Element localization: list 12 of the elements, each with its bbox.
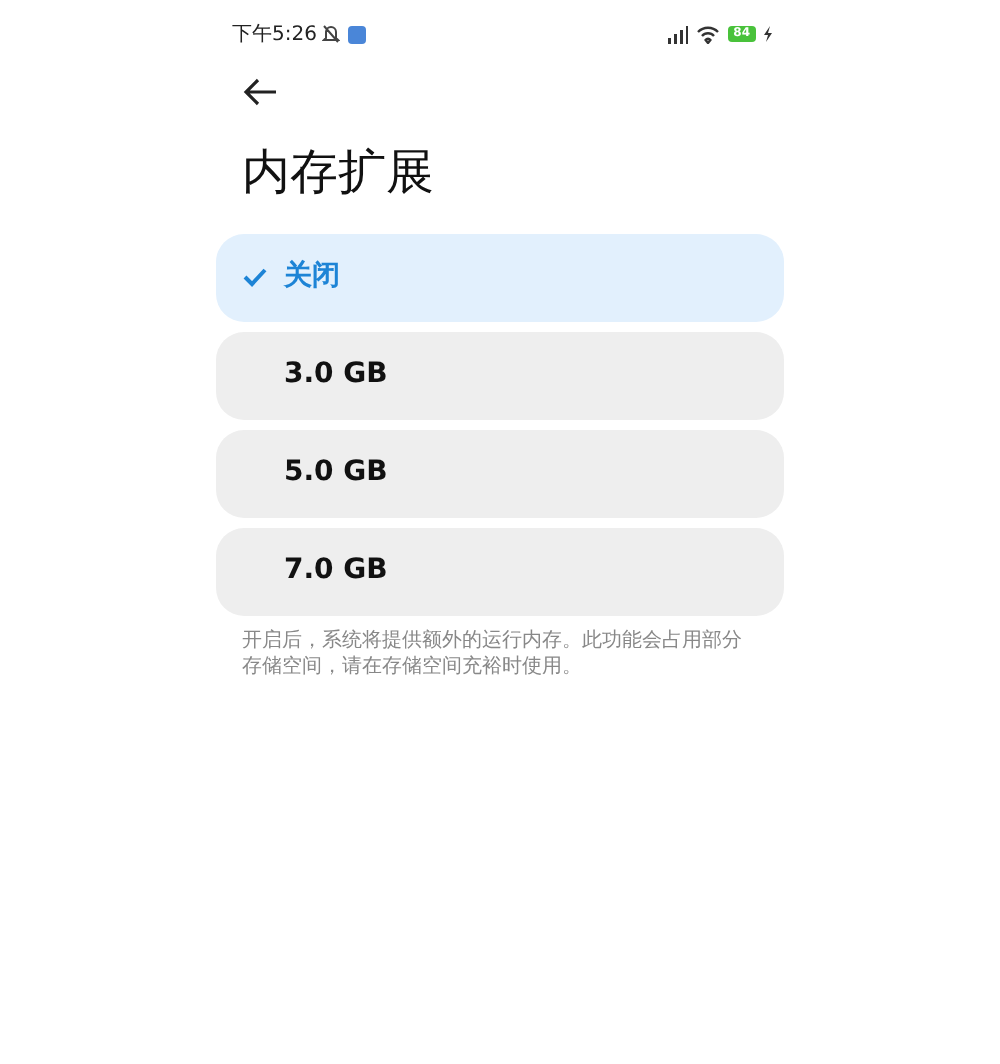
bell-muted-icon xyxy=(322,24,341,44)
signal-icon xyxy=(665,25,688,43)
option-item[interactable]: 5.0 GB xyxy=(216,429,784,518)
option-item[interactable]: 7.0 GB xyxy=(216,527,784,616)
page-title: 内存扩展 xyxy=(242,144,436,202)
wifi-icon xyxy=(695,25,720,43)
app-icon xyxy=(348,25,367,43)
status-time: 下午5:26 xyxy=(232,21,317,49)
charging-icon xyxy=(764,26,772,42)
description-text: 开启后，系统将提供额外的运行内存。此功能会占用部分存储空间，请在存储空间充裕时使用。 xyxy=(242,627,744,682)
option-item[interactable]: 3.0 GB xyxy=(216,331,784,420)
check-icon xyxy=(242,264,268,291)
